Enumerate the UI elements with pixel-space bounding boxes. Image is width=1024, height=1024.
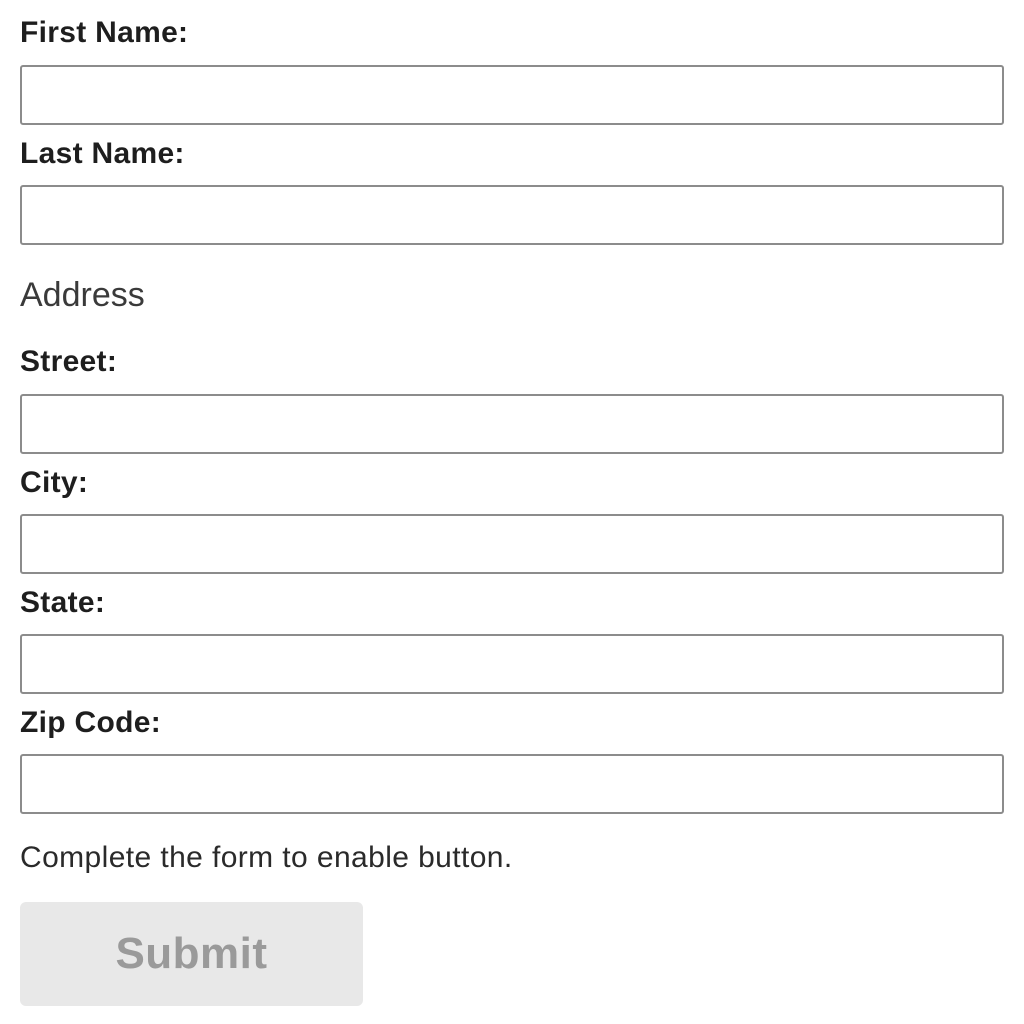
state-label: State: [20,586,106,619]
state-input[interactable] [20,634,1004,694]
street-label: Street: [20,345,118,378]
first-name-label: First Name: [20,16,189,49]
street-input[interactable] [20,394,1004,454]
zip-code-label: Zip Code: [20,706,162,739]
submit-button[interactable]: Submit [20,902,363,1006]
first-name-input[interactable] [20,65,1004,125]
last-name-input[interactable] [20,185,1004,245]
last-name-label: Last Name: [20,137,185,170]
address-section-heading: Address [20,276,145,314]
city-input[interactable] [20,514,1004,574]
zip-code-input[interactable] [20,754,1004,814]
city-label: City: [20,466,89,499]
form-hint-text: Complete the form to enable button. [20,841,513,874]
